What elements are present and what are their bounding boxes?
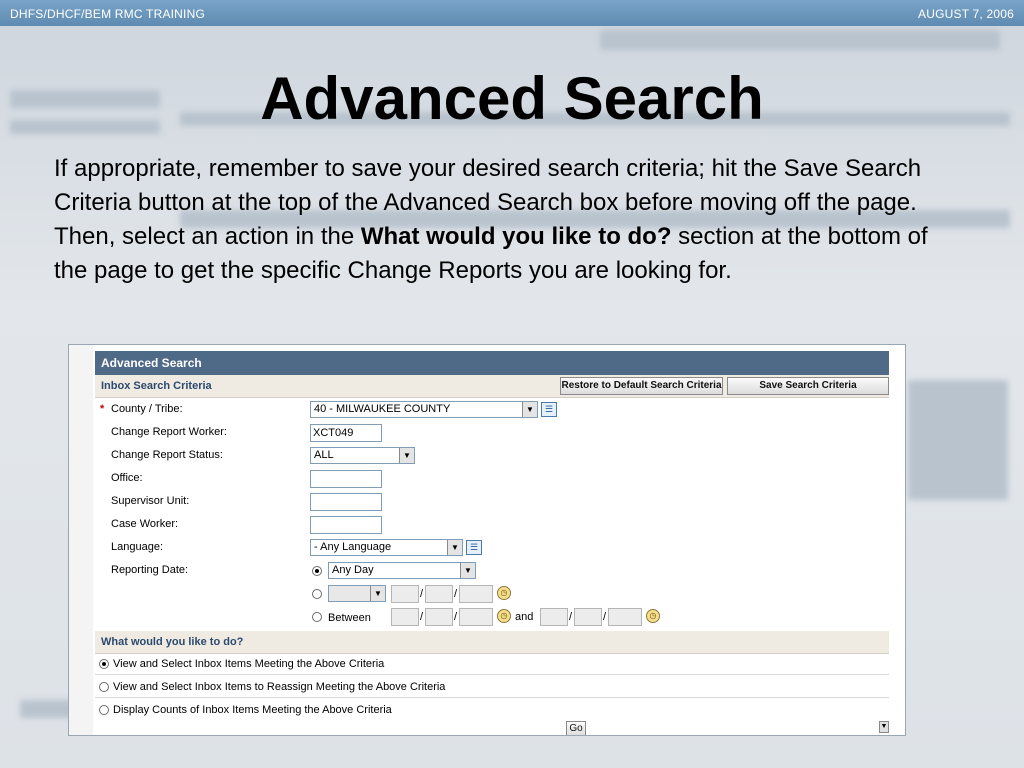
advanced-search-panel: Advanced Search Inbox Search Criteria Re… xyxy=(95,351,889,735)
supervisor-input[interactable] xyxy=(310,493,382,511)
start-month-input[interactable] xyxy=(391,608,419,626)
reporting-specific-radio[interactable] xyxy=(312,589,322,599)
between-label: Between xyxy=(328,612,371,624)
chevron-down-icon: ▼ xyxy=(399,448,414,463)
calendar-icon[interactable]: ◷ xyxy=(497,609,511,623)
supervisor-row: Supervisor Unit: xyxy=(95,491,889,513)
action-label-2: Display Counts of Inbox Items Meeting th… xyxy=(113,704,392,716)
language-label: Language: xyxy=(111,541,163,553)
date-separator: / xyxy=(420,588,424,600)
restore-default-button[interactable]: Restore to Default Search Criteria xyxy=(560,377,723,395)
criteria-title: Inbox Search Criteria xyxy=(101,380,212,392)
action-section-bar: What would you like to do? xyxy=(95,631,889,654)
chevron-down-icon: ▼ xyxy=(460,563,475,578)
divider xyxy=(95,697,889,698)
caseworker-row: Case Worker: xyxy=(95,514,889,536)
language-select[interactable]: - Any Language ▼ xyxy=(310,539,463,556)
date-year-input[interactable] xyxy=(459,585,493,603)
body-text-bold: What would you like to do? xyxy=(360,223,672,250)
slide-header-left: DHFS/DHCF/BEM RMC TRAINING xyxy=(10,7,205,21)
county-select[interactable]: 40 - MILWAUKEE COUNTY ▼ xyxy=(310,401,538,418)
worker-row: Change Report Worker: XCT049 xyxy=(95,422,889,444)
and-label: and xyxy=(515,611,534,623)
reporting-between-row: Between / / ◷ and / / ◷ xyxy=(95,606,889,628)
date-month-input[interactable] xyxy=(391,585,419,603)
slide-header-date: AUGUST 7, 2006 xyxy=(918,7,1014,21)
reporting-specific-row: ▼ / / ◷ xyxy=(95,583,889,605)
reporting-any-radio[interactable] xyxy=(312,566,322,576)
end-month-input[interactable] xyxy=(540,608,568,626)
office-label: Office: xyxy=(111,472,143,484)
action-title: What would you like to do? xyxy=(101,636,244,648)
panel-title: Advanced Search xyxy=(95,351,889,375)
county-label: County / Tribe: xyxy=(111,403,183,415)
end-day-input[interactable] xyxy=(574,608,602,626)
status-value: ALL xyxy=(314,449,334,461)
action-radio-1[interactable] xyxy=(99,682,109,692)
start-year-input[interactable] xyxy=(459,608,493,626)
action-row[interactable]: View and Select Inbox Items to Reassign … xyxy=(95,677,889,699)
divider xyxy=(95,674,889,675)
language-row: Language: - Any Language ▼ ☰ xyxy=(95,537,889,559)
action-row[interactable]: Display Counts of Inbox Items Meeting th… xyxy=(95,700,889,722)
left-rail xyxy=(69,345,93,735)
status-label: Change Report Status: xyxy=(111,449,223,461)
status-select[interactable]: ALL ▼ xyxy=(310,447,415,464)
caseworker-input[interactable] xyxy=(310,516,382,534)
reporting-specific-select[interactable]: ▼ xyxy=(328,585,386,602)
chevron-down-icon: ▼ xyxy=(522,402,537,417)
action-row[interactable]: View and Select Inbox Items Meeting the … xyxy=(95,654,889,676)
supervisor-label: Supervisor Unit: xyxy=(111,495,190,507)
action-radio-2[interactable] xyxy=(99,705,109,715)
slide-header-bar: DHFS/DHCF/BEM RMC TRAINING AUGUST 7, 200… xyxy=(0,0,1024,26)
office-input[interactable] xyxy=(310,470,382,488)
advanced-search-screenshot: Advanced Search Inbox Search Criteria Re… xyxy=(68,344,906,736)
save-search-criteria-button[interactable]: Save Search Criteria xyxy=(727,377,889,395)
office-row: Office: xyxy=(95,468,889,490)
end-year-input[interactable] xyxy=(608,608,642,626)
county-row: * County / Tribe: 40 - MILWAUKEE COUNTY … xyxy=(95,399,889,421)
worker-label: Change Report Worker: xyxy=(111,426,227,438)
reporting-label: Reporting Date: xyxy=(111,564,189,576)
reporting-row: Reporting Date: Any Day ▼ xyxy=(95,560,889,582)
go-button[interactable]: Go xyxy=(566,721,586,735)
chevron-down-icon: ▼ xyxy=(370,586,385,601)
date-separator: / xyxy=(420,611,424,623)
calendar-icon[interactable]: ◷ xyxy=(646,609,660,623)
list-picker-icon[interactable]: ☰ xyxy=(466,540,482,555)
slide-title: Advanced Search xyxy=(260,65,764,132)
action-label-0: View and Select Inbox Items Meeting the … xyxy=(113,658,385,670)
county-value: 40 - MILWAUKEE COUNTY xyxy=(314,403,451,415)
status-row: Change Report Status: ALL ▼ xyxy=(95,445,889,467)
reporting-between-radio[interactable] xyxy=(312,612,322,622)
list-picker-icon[interactable]: ☰ xyxy=(541,402,557,417)
caseworker-label: Case Worker: xyxy=(111,518,179,530)
scroll-down-icon[interactable]: ▼ xyxy=(879,721,889,733)
date-separator: / xyxy=(569,611,573,623)
date-day-input[interactable] xyxy=(425,585,453,603)
worker-input[interactable]: XCT049 xyxy=(310,424,382,442)
action-radio-0[interactable] xyxy=(99,659,109,669)
required-marker: * xyxy=(100,403,105,415)
language-value: - Any Language xyxy=(314,541,392,553)
reporting-period-value: Any Day xyxy=(332,564,374,576)
reporting-period-select[interactable]: Any Day ▼ xyxy=(328,562,476,579)
action-label-1: View and Select Inbox Items to Reassign … xyxy=(113,681,446,693)
date-separator: / xyxy=(603,611,607,623)
calendar-icon[interactable]: ◷ xyxy=(497,586,511,600)
chevron-down-icon: ▼ xyxy=(447,540,462,555)
date-separator: / xyxy=(454,611,458,623)
slide-body-text: If appropriate, remember to save your de… xyxy=(54,152,954,288)
date-separator: / xyxy=(454,588,458,600)
start-day-input[interactable] xyxy=(425,608,453,626)
inbox-search-criteria-bar: Inbox Search Criteria Restore to Default… xyxy=(95,375,889,398)
